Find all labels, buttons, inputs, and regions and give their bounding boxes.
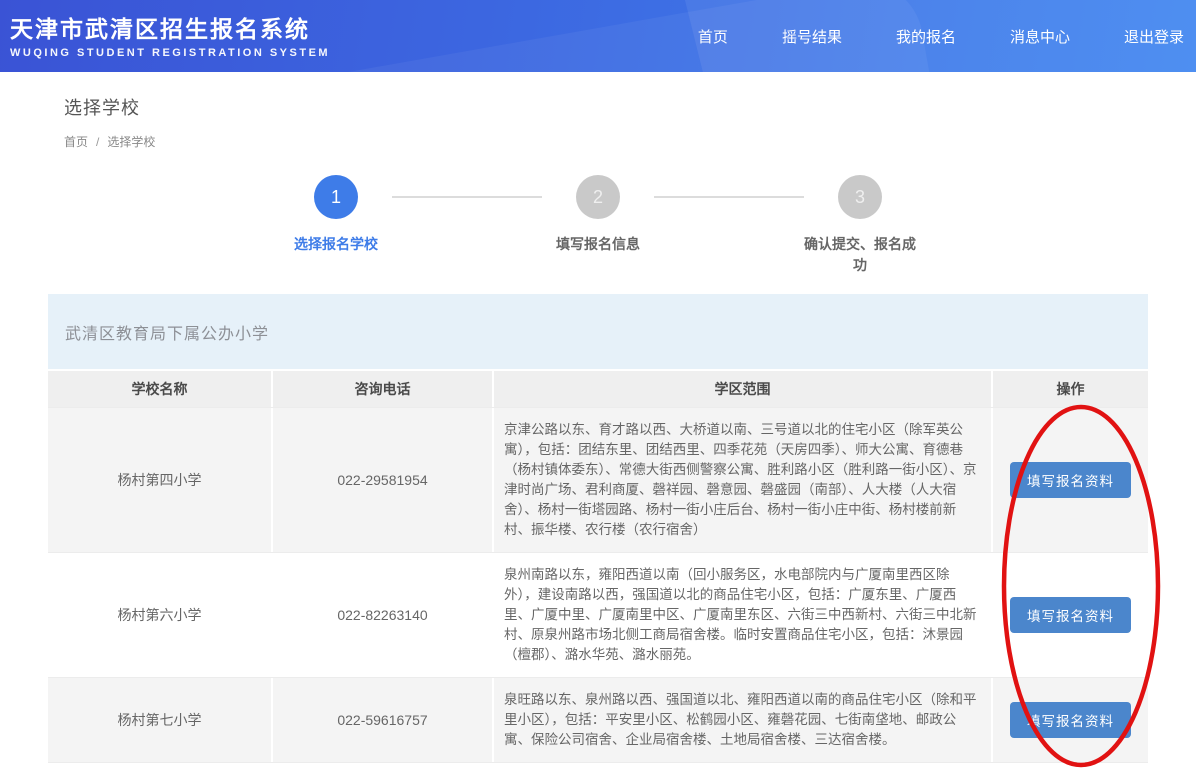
table-row: 杨村第四小学 022-29581954 京津公路以东、育才路以西、大桥道以南、三…: [48, 407, 1148, 552]
brand: 天津市武清区招生报名系统 WUQING STUDENT REGISTRATION…: [0, 14, 330, 59]
district-range-cell: 雍阳西道以南，翠亨路以西，前进道以北的商品住宅小区，包括：亨通花园、北岸尚城、雍…: [494, 763, 993, 773]
app-title: 天津市武清区招生报名系统: [10, 14, 330, 44]
phone-cell: 022-82263140: [273, 553, 494, 677]
table-header: 学校名称 咨询电话 学区范围 操作: [48, 371, 1148, 407]
app-subtitle: WUQING STUDENT REGISTRATION SYSTEM: [10, 47, 330, 59]
section-title: 武清区教育局下属公办小学: [65, 320, 269, 344]
breadcrumb-home[interactable]: 首页: [64, 133, 88, 150]
action-cell: 填写报名资料: [993, 553, 1148, 677]
district-range-cell: 京津公路以东、育才路以西、大桥道以南、三号道以北的住宅小区（除军英公寓），包括：…: [494, 408, 993, 552]
top-bar: 天津市武清区招生报名系统 WUQING STUDENT REGISTRATION…: [0, 0, 1196, 72]
nav-item-message-center[interactable]: 消息中心: [1010, 26, 1070, 47]
phone-cell: 022-29581954: [273, 408, 494, 552]
action-cell: 填写报名资料: [993, 408, 1148, 552]
nav-item-my-registration[interactable]: 我的报名: [896, 26, 956, 47]
step-2-fill-info: 2 填写报名信息: [542, 175, 654, 255]
column-header-district-range: 学区范围: [494, 371, 993, 407]
breadcrumb-current: 选择学校: [107, 133, 155, 150]
action-cell: 填写报名资料: [993, 763, 1148, 773]
stepper: 1 选择报名学校 2 填写报名信息 3 确认提交、报名成功: [0, 175, 1196, 276]
nav-item-home[interactable]: 首页: [698, 26, 728, 47]
stepper-connector: [392, 196, 542, 198]
school-name-cell: 杨村第四小学: [48, 408, 273, 552]
table-row: 杨村第七小学 022-59616757 泉旺路以东、泉州路以西、强国道以北、雍阳…: [48, 677, 1148, 762]
nav-item-logout[interactable]: 退出登录: [1124, 26, 1184, 47]
action-cell: 填写报名资料: [993, 678, 1148, 762]
table-row: 杨村第六小学 022-82263140 泉州南路以东，雍阳西道以南（回小服务区，…: [48, 552, 1148, 677]
step-3-label: 确认提交、报名成功: [804, 234, 916, 276]
column-header-phone: 咨询电话: [273, 371, 494, 407]
step-2-circle: 2: [576, 175, 620, 219]
section-panel: 武清区教育局下属公办小学: [48, 294, 1148, 369]
step-2-label: 填写报名信息: [556, 234, 640, 255]
top-nav: 首页 摇号结果 我的报名 消息中心 退出登录: [698, 26, 1196, 47]
district-range-cell: 泉旺路以东、泉州路以西、强国道以北、雍阳西道以南的商品住宅小区（除和平里小区），…: [494, 678, 993, 762]
column-header-school-name: 学校名称: [48, 371, 273, 407]
page-title: 选择学校: [64, 94, 1196, 120]
step-1-label: 选择报名学校: [294, 234, 378, 255]
district-range-cell: 泉州南路以东，雍阳西道以南（回小服务区，水电部院内与广厦南里西区除外），建设南路…: [494, 553, 993, 677]
school-name-cell: 杨村第七小学: [48, 678, 273, 762]
nav-item-lottery-results[interactable]: 摇号结果: [782, 26, 842, 47]
fill-registration-button[interactable]: 填写报名资料: [1010, 462, 1131, 498]
table-body: 杨村第四小学 022-29581954 京津公路以东、育才路以西、大桥道以南、三…: [48, 407, 1148, 773]
table-row: 杨村第九小学 022-82191638 雍阳西道以南，翠亨路以西，前进道以北的商…: [48, 762, 1148, 773]
column-header-action: 操作: [993, 371, 1148, 407]
step-3-confirm-submit: 3 确认提交、报名成功: [804, 175, 916, 276]
fill-registration-button[interactable]: 填写报名资料: [1010, 702, 1131, 738]
breadcrumb: 首页 / 选择学校: [64, 133, 1196, 150]
school-name-cell: 杨村第六小学: [48, 553, 273, 677]
phone-cell: 022-59616757: [273, 678, 494, 762]
schools-table: 学校名称 咨询电话 学区范围 操作 杨村第四小学 022-29581954 京津…: [48, 371, 1148, 773]
breadcrumb-separator: /: [96, 135, 99, 149]
fill-registration-button[interactable]: 填写报名资料: [1010, 597, 1131, 633]
step-3-circle: 3: [838, 175, 882, 219]
step-1-circle: 1: [314, 175, 358, 219]
main-content: 选择学校 首页 / 选择学校 1 选择报名学校 2 填写报名信息 3 确认提交、…: [0, 72, 1196, 773]
stepper-connector: [654, 196, 804, 198]
phone-cell: 022-82191638: [273, 763, 494, 773]
school-name-cell: 杨村第九小学: [48, 763, 273, 773]
step-1-select-school: 1 选择报名学校: [280, 175, 392, 255]
